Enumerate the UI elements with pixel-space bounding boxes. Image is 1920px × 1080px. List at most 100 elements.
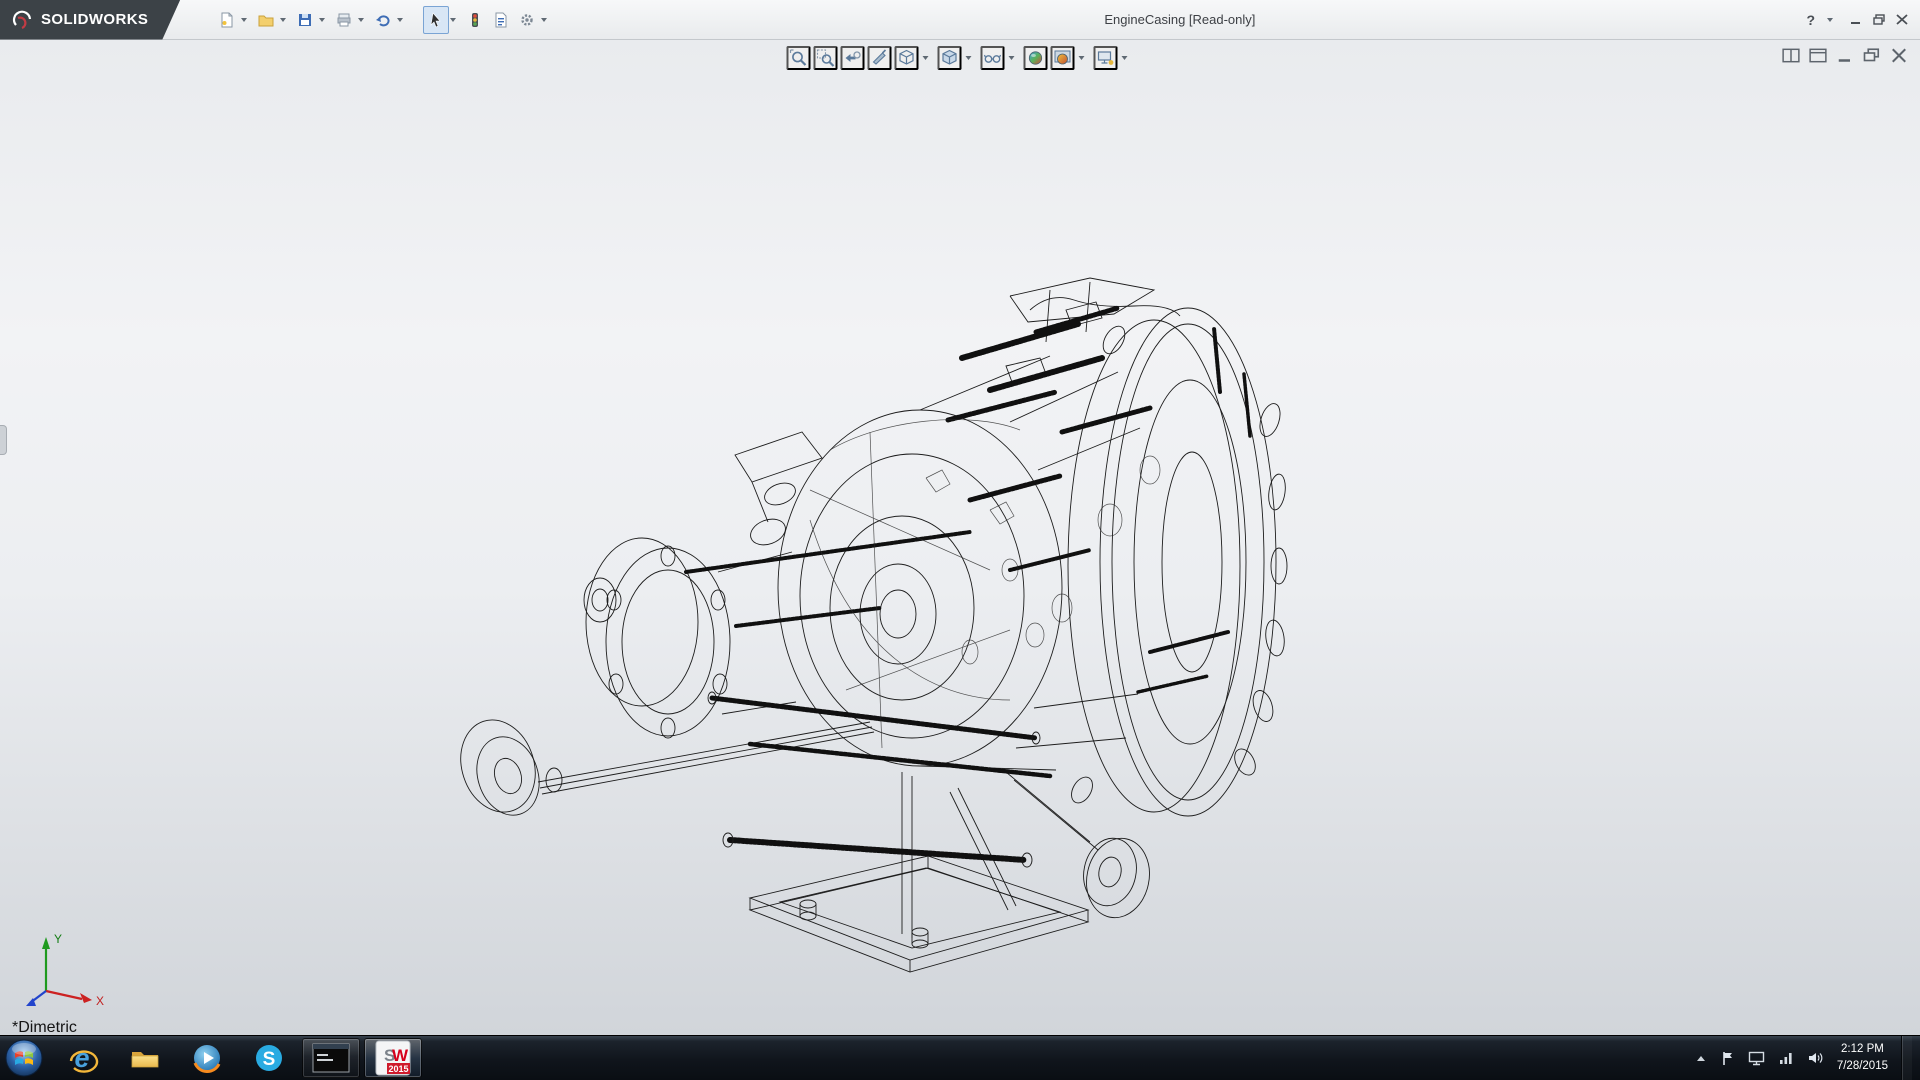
undo-button[interactable] xyxy=(370,6,396,34)
sw-year-badge: 2015 xyxy=(388,1064,408,1074)
save-icon xyxy=(297,12,313,28)
view-orientation-cube-icon xyxy=(898,49,916,67)
display-style-dropdown[interactable] xyxy=(966,56,972,60)
display-style-button[interactable] xyxy=(938,46,962,70)
graphics-area[interactable]: Y X *Dimetric xyxy=(0,40,1920,1035)
help-dropdown[interactable] xyxy=(1827,18,1833,22)
taskbar-windows-explorer[interactable] xyxy=(116,1038,174,1078)
internet-explorer-icon: e xyxy=(67,1042,99,1074)
media-player-icon xyxy=(191,1042,223,1074)
apply-scene-icon xyxy=(1054,49,1072,67)
open-dropdown[interactable] xyxy=(280,18,286,22)
view-orientation-dropdown[interactable] xyxy=(923,56,929,60)
folder-icon xyxy=(130,1046,160,1070)
network-icon[interactable] xyxy=(1778,1051,1794,1065)
ie-letter: e xyxy=(74,1043,89,1073)
section-view-icon xyxy=(871,49,889,67)
minimize-button[interactable] xyxy=(1850,14,1862,25)
options-button[interactable] xyxy=(514,6,540,34)
close-button[interactable] xyxy=(1896,14,1908,25)
taskbar-apps: e xyxy=(54,1036,422,1080)
undo-dropdown[interactable] xyxy=(397,18,403,22)
hide-show-items-button[interactable] xyxy=(981,46,1005,70)
taskbar: e xyxy=(0,1035,1920,1080)
new-document-button[interactable] xyxy=(214,6,240,34)
view-orientation-button[interactable] xyxy=(895,46,919,70)
help-button[interactable]: ? xyxy=(1806,12,1815,28)
zoom-to-fit-button[interactable] xyxy=(787,46,811,70)
options-gear-icon xyxy=(519,12,535,28)
taskbar-skype[interactable]: S xyxy=(240,1038,298,1078)
solidworks-logo: SOLIDWORKS xyxy=(0,0,180,40)
taskbar-clock[interactable]: 2:12 PM 7/28/2015 xyxy=(1837,1041,1888,1074)
solidworks-icon: S W 2015 xyxy=(375,1040,411,1076)
apply-scene-button[interactable] xyxy=(1051,46,1075,70)
full-pane-button[interactable] xyxy=(1809,48,1827,63)
document-minimize-button[interactable] xyxy=(1836,48,1854,63)
view-settings-icon xyxy=(1097,49,1115,67)
zoom-to-area-button[interactable] xyxy=(814,46,838,70)
document-close-button[interactable] xyxy=(1890,48,1908,63)
select-button[interactable] xyxy=(423,6,449,34)
previous-view-button[interactable] xyxy=(841,46,865,70)
restore-button[interactable] xyxy=(1873,14,1885,25)
window-controls: ? xyxy=(1806,12,1920,28)
save-button[interactable] xyxy=(292,6,318,34)
file-properties-icon xyxy=(493,12,509,28)
hidden-icons-chevron[interactable] xyxy=(1694,1052,1708,1064)
brand-text: SOLIDWORKS xyxy=(41,11,148,28)
triad-y-label: Y xyxy=(54,932,62,946)
options-dropdown[interactable] xyxy=(541,18,547,22)
apply-scene-dropdown[interactable] xyxy=(1079,56,1085,60)
engine-casing-wireframe-model[interactable] xyxy=(450,270,1300,980)
rebuild-icon xyxy=(467,12,483,28)
zoom-to-fit-icon xyxy=(790,49,808,67)
windows-orb-icon xyxy=(4,1038,44,1078)
sw-letter-w: W xyxy=(392,1046,409,1065)
print-icon xyxy=(336,12,352,28)
select-cursor-icon xyxy=(428,12,444,28)
new-document-dropdown[interactable] xyxy=(241,18,247,22)
view-settings-dropdown[interactable] xyxy=(1122,56,1128,60)
split-pane-button[interactable] xyxy=(1782,48,1800,63)
display-icon[interactable] xyxy=(1748,1051,1765,1066)
taskbar-solidworks-2015[interactable]: S W 2015 xyxy=(364,1038,422,1078)
section-view-button[interactable] xyxy=(868,46,892,70)
print-button[interactable] xyxy=(331,6,357,34)
clock-time: 2:12 PM xyxy=(1837,1041,1888,1058)
show-desktop-button[interactable] xyxy=(1901,1036,1912,1080)
main-toolbar xyxy=(214,6,553,34)
zoom-to-area-icon xyxy=(817,49,835,67)
taskbar-internet-explorer[interactable]: e xyxy=(54,1038,112,1078)
ds-logo-icon xyxy=(12,10,34,30)
triad-x-label: X xyxy=(96,994,104,1008)
save-dropdown[interactable] xyxy=(319,18,325,22)
document-window-controls xyxy=(1782,48,1908,63)
new-document-icon xyxy=(219,12,235,28)
start-button[interactable] xyxy=(2,1036,46,1080)
action-center-flag-icon[interactable] xyxy=(1721,1051,1735,1066)
volume-icon[interactable] xyxy=(1807,1051,1824,1065)
orientation-triad: Y X xyxy=(18,929,110,1009)
skype-letter: S xyxy=(263,1049,276,1070)
view-settings-button[interactable] xyxy=(1094,46,1118,70)
edit-appearance-ball-icon xyxy=(1027,49,1045,67)
file-properties-button[interactable] xyxy=(488,6,514,34)
rebuild-button[interactable] xyxy=(462,6,488,34)
system-tray: 2:12 PM 7/28/2015 xyxy=(1694,1036,1920,1080)
solidworks-window: SOLIDWORKS xyxy=(0,0,1920,1080)
taskbar-command-prompt[interactable] xyxy=(302,1038,360,1078)
document-restore-button[interactable] xyxy=(1863,48,1881,63)
select-dropdown[interactable] xyxy=(450,18,456,22)
command-prompt-icon xyxy=(312,1043,350,1073)
left-pane-handle[interactable] xyxy=(0,425,7,455)
skype-icon: S xyxy=(253,1042,285,1074)
print-dropdown[interactable] xyxy=(358,18,364,22)
clock-date: 7/28/2015 xyxy=(1837,1058,1888,1075)
taskbar-windows-media-player[interactable] xyxy=(178,1038,236,1078)
open-button[interactable] xyxy=(253,6,279,34)
edit-appearance-button[interactable] xyxy=(1024,46,1048,70)
undo-icon xyxy=(375,12,391,28)
hide-show-dropdown[interactable] xyxy=(1009,56,1015,60)
headsup-view-toolbar xyxy=(787,46,1134,70)
